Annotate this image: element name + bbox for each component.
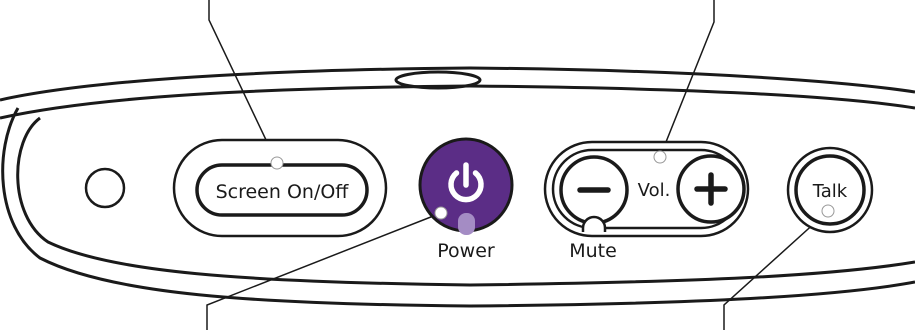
screen-callout-line (208, 0, 278, 164)
screen-callout-dot (270, 156, 284, 170)
talk-button-label: Talk (812, 181, 848, 202)
volume-callout-line (659, 0, 715, 158)
power-label: Power (437, 240, 495, 262)
mute-nub[interactable] (581, 215, 607, 232)
microphone-hole (84, 167, 126, 209)
talk-callout-dot (821, 204, 835, 218)
volume-label: Vol. (638, 180, 671, 201)
volume-up-button[interactable] (676, 154, 746, 224)
screen-on-off-button[interactable]: Screen On/Off (195, 163, 369, 217)
device-top-panel-diagram: Screen On/Off Power Vol. Mute Talk (0, 0, 915, 330)
mute-label: Mute (569, 240, 617, 262)
volume-down-button[interactable] (559, 155, 629, 225)
power-button[interactable] (418, 137, 514, 235)
power-led (458, 213, 475, 235)
screen-button-label: Screen On/Off (216, 181, 350, 203)
power-callout-dot (434, 206, 448, 220)
volume-callout-dot (653, 150, 667, 164)
